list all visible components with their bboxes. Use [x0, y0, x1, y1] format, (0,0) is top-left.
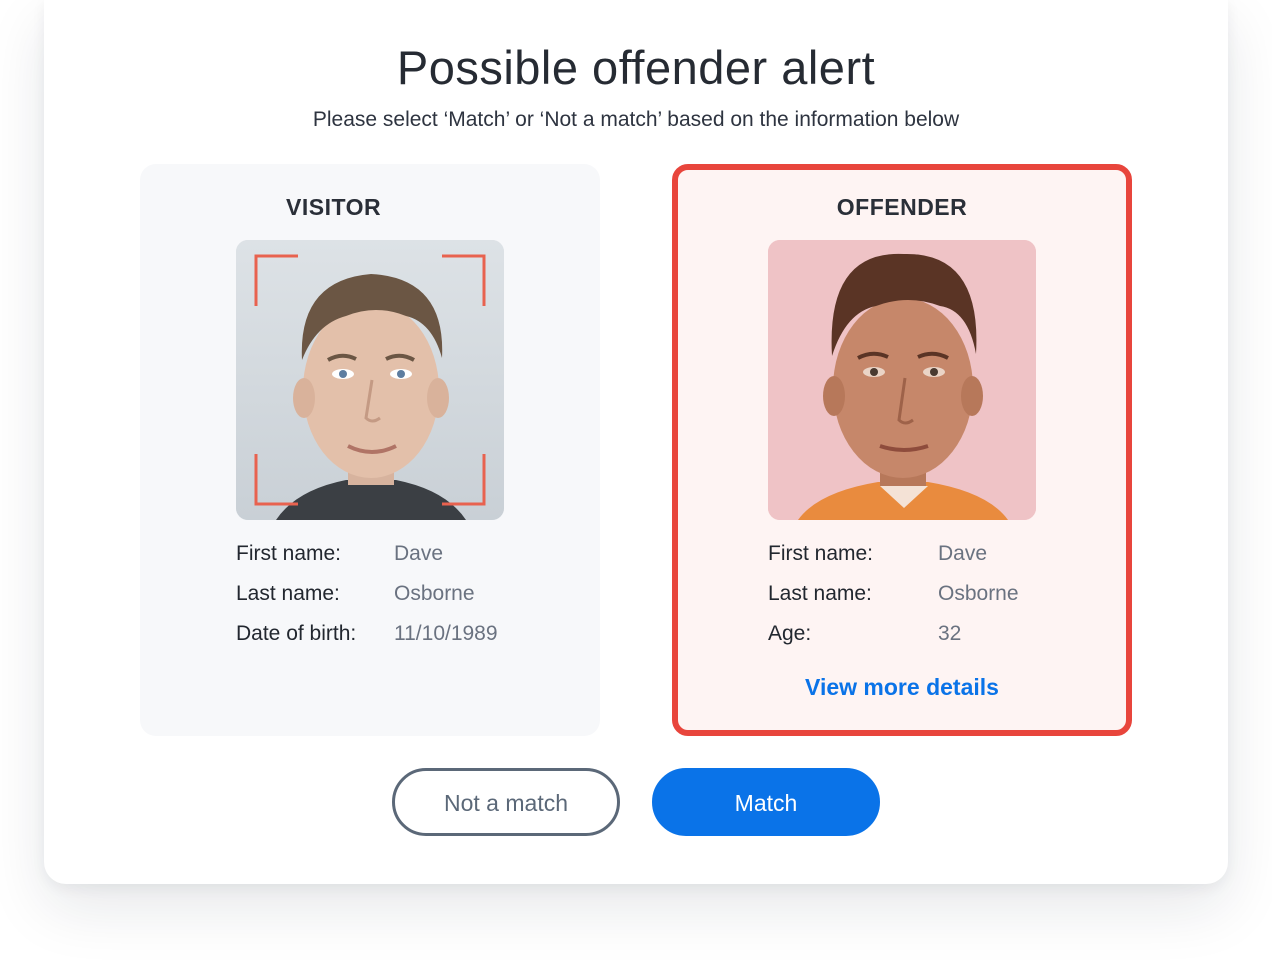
field-value: Dave — [394, 542, 444, 565]
field-value: 11/10/1989 — [394, 622, 498, 645]
offender-card: OFFENDER First name: Dave Last name: Osb… — [672, 164, 1132, 736]
visitor-heading: VISITOR — [286, 194, 382, 220]
offender-alert-dialog: Possible offender alert Please select ‘M… — [44, 0, 1228, 884]
offender-age-row: Age: 32 — [768, 620, 1019, 660]
field-value: Dave — [938, 542, 988, 565]
field-label: Last name: — [236, 582, 340, 605]
offender-heading: OFFENDER — [836, 194, 968, 220]
field-label: Date of birth: — [236, 622, 357, 645]
field-label: Age: — [768, 622, 812, 645]
offender-details: First name: Dave Last name: Osborne Age:… — [768, 540, 1019, 660]
offender-last-name-row: Last name: Osborne — [768, 580, 1019, 620]
offender-photo — [768, 240, 1036, 520]
visitor-card: VISITOR First name: Dave Last name: Osbo… — [140, 164, 600, 736]
visitor-dob-row: Date of birth: 11/10/1989 — [236, 620, 498, 660]
not-a-match-button[interactable]: Not a match — [392, 768, 620, 836]
match-button[interactable]: Match — [652, 768, 880, 836]
field-label: First name: — [236, 542, 342, 565]
visitor-details: First name: Dave Last name: Osborne Date… — [236, 540, 498, 660]
field-value: Osborne — [938, 582, 1019, 605]
dialog-subtitle: Please select ‘Match’ or ‘Not a match’ b… — [312, 108, 960, 131]
offender-first-name-row: First name: Dave — [768, 540, 1019, 580]
view-more-details-link[interactable]: View more details — [678, 674, 1126, 701]
visitor-last-name-row: Last name: Osborne — [236, 580, 498, 620]
dialog-title: Possible offender alert — [396, 41, 876, 94]
field-value: 32 — [938, 622, 962, 645]
field-label: Last name: — [768, 582, 872, 605]
visitor-first-name-row: First name: Dave — [236, 540, 498, 580]
visitor-photo — [236, 240, 504, 520]
offender-portrait-image — [768, 240, 1036, 520]
visitor-portrait-image — [236, 240, 504, 520]
field-value: Osborne — [394, 582, 475, 605]
field-label: First name: — [768, 542, 874, 565]
